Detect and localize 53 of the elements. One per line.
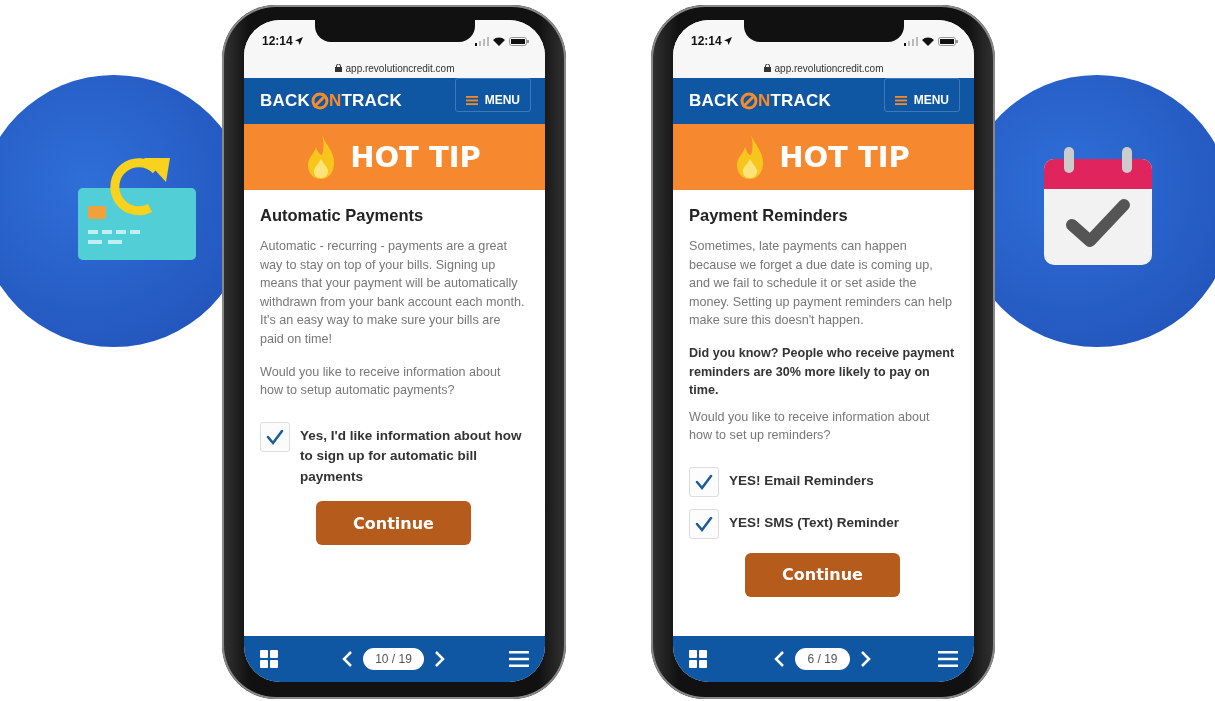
status-time: 12:14 [262,34,293,48]
body-paragraph: Sometimes, late payments can happen because we forget a due date is coming up, and we fail to schedule it or set aside the money. Setting up payment reminders can help make sure this doesn't happen. [689,238,953,330]
checkbox-label: YES! SMS (Text) Reminder [729,513,900,532]
wifi-icon [493,36,505,46]
menu-icon[interactable] [938,651,958,667]
battery-icon [938,36,958,46]
previous-icon[interactable] [341,650,354,668]
status-time: 12:14 [691,34,722,48]
checkbox[interactable] [689,508,719,539]
flame-icon [308,135,335,179]
checkmark-icon [695,473,713,490]
body-paragraph: Would you like to receive information about how to set up reminders? [689,408,931,445]
banner-title: HOT TIP [779,140,910,174]
signal-icon [904,36,918,46]
next-icon[interactable] [433,650,446,668]
menu-button[interactable]: MENU [883,78,960,112]
url-text: app.revolutioncredit.com [774,62,884,74]
continue-button[interactable]: Continue [745,552,900,597]
hamburger-icon [465,95,478,105]
continue-button[interactable]: Continue [316,501,471,546]
hamburger-icon [894,95,907,105]
tip-title: Payment Reminders [689,206,849,225]
flame-icon [737,135,764,179]
checkbox-label: YES! Email Reminders [729,471,874,490]
page-counter: 6 / 19 [795,648,850,670]
checkmark-icon [266,428,284,445]
body-paragraph: Automatic - recurring - payments are a great way to stay on top of your bills. Signing up means that your payment will be automatically withdrawn from your bank account each month. It's an easy way to make sure your bills are paid on time! [260,238,526,348]
location-arrow-icon [294,37,303,45]
location-arrow-icon [723,37,732,45]
battery-icon [509,36,529,46]
previous-icon[interactable] [773,650,786,668]
banner-title: HOT TIP [350,140,481,174]
page-counter: 10 / 19 [363,648,424,670]
menu-button[interactable]: MENU [454,78,531,112]
grid-icon[interactable] [689,650,707,668]
url-text: app.revolutioncredit.com [345,62,455,74]
tip-title: Automatic Payments [260,206,425,225]
grid-icon[interactable] [260,650,278,668]
checkmark-icon [695,515,713,532]
logo: BACK NTRACK [260,91,402,111]
checkbox[interactable] [260,421,290,452]
wifi-icon [922,36,934,46]
lock-icon [763,64,771,72]
signal-icon [475,36,489,46]
checkbox[interactable] [689,466,719,497]
body-paragraph: Would you like to receive information about how to setup automatic payments? [260,363,502,400]
logo: BACK NTRACK [689,91,831,111]
menu-icon[interactable] [509,651,529,667]
checkbox-label: Yes, I'd like information about how to sign up for automatic bill payments [300,426,523,486]
fact-paragraph: Did you know? People who receive payment reminders are 30% more likely to pay on time. [689,344,956,400]
next-icon[interactable] [859,650,872,668]
lock-icon [334,64,342,72]
calendar-check-icon [1044,147,1152,265]
